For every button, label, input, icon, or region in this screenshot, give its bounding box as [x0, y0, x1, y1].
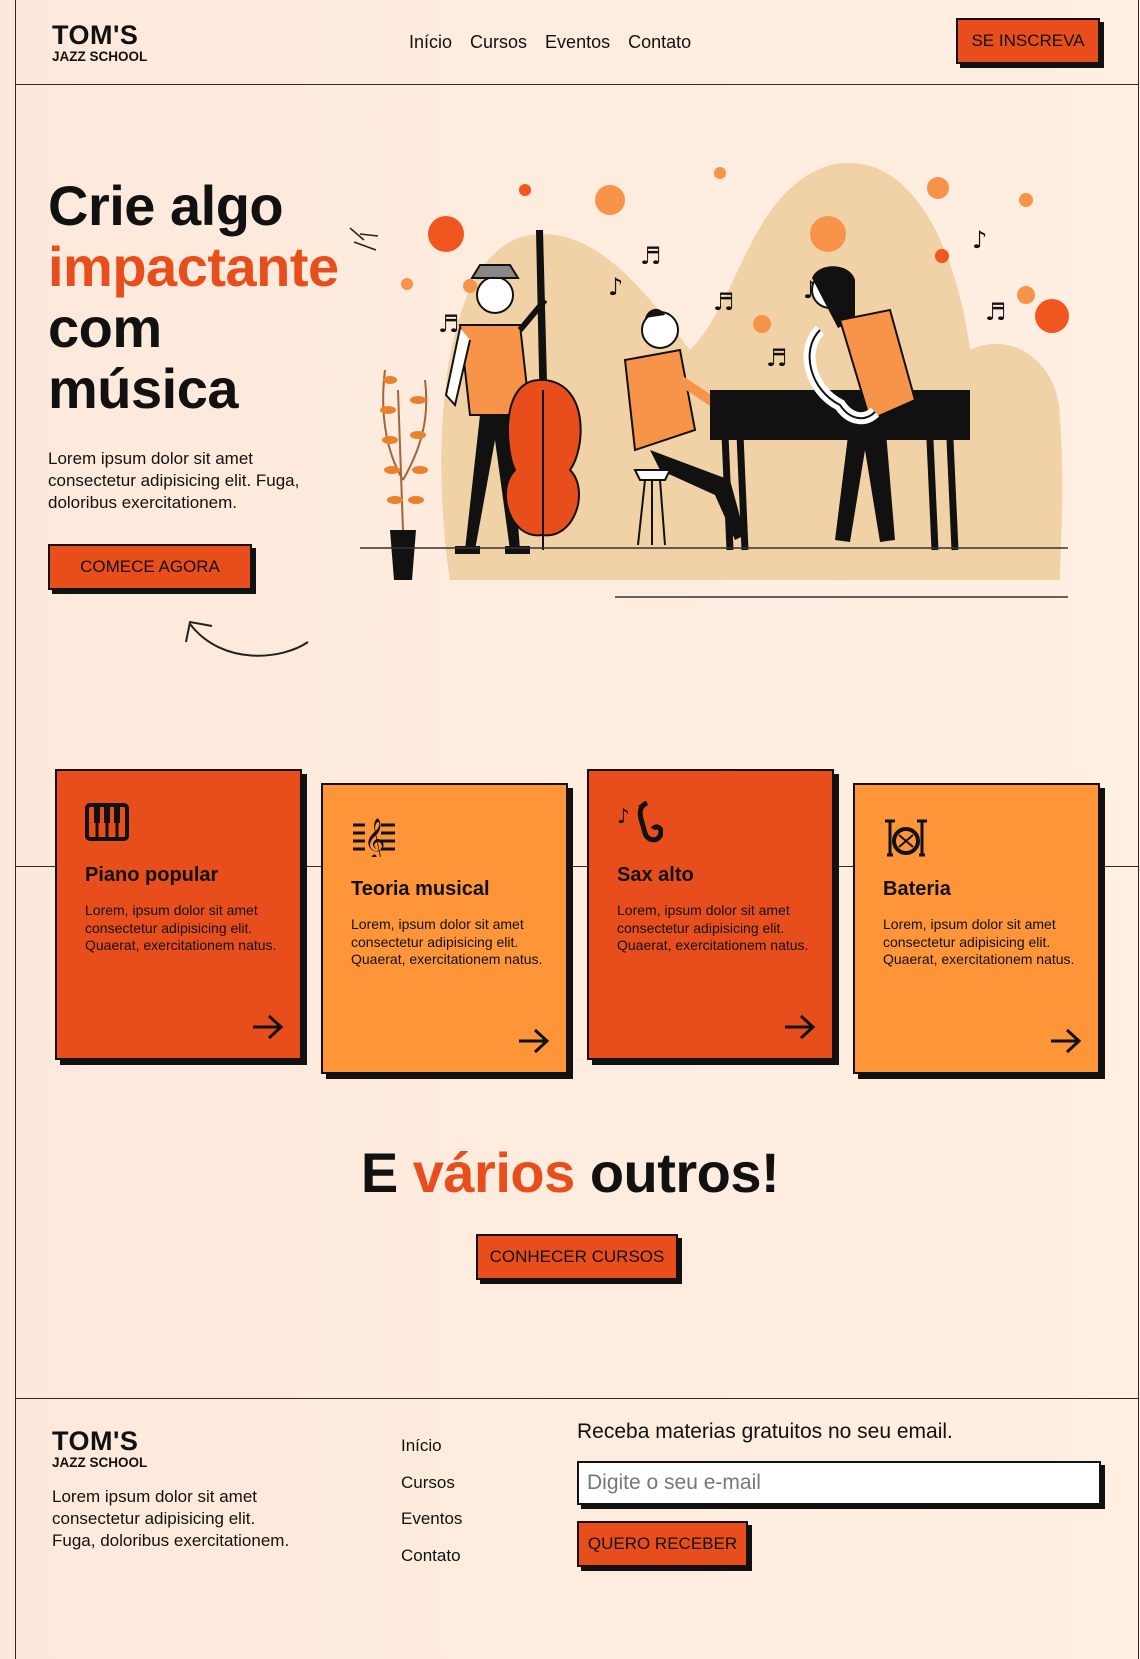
header-divider [15, 84, 1139, 85]
hero-title-line4: música [48, 357, 238, 420]
logo-sub: JAZZ SCHOOL [52, 49, 148, 64]
svg-text:♬: ♬ [985, 298, 1007, 326]
arrow-right-icon[interactable] [1049, 1028, 1083, 1054]
logo[interactable]: TOM'S JAZZ SCHOOL [52, 22, 147, 64]
footer-logo-sub: JAZZ SCHOOL [52, 1455, 148, 1470]
course-description: Lorem, ipsum dolor sit amet consectetur … [351, 916, 543, 967]
nav-item-eventos[interactable]: Eventos [545, 32, 610, 53]
course-title: Sax alto [617, 864, 694, 886]
svg-text:𝄞: 𝄞 [364, 818, 385, 857]
logo-name: TOM'S [52, 20, 139, 50]
svg-text:♬: ♬ [766, 344, 788, 372]
svg-text:♪: ♪ [608, 273, 623, 301]
footer-nav-eventos[interactable]: Eventos [401, 1501, 462, 1538]
svg-text:♪: ♪ [617, 804, 630, 828]
jazz-band-illustration: ♬♪♬ ♬♪♪ ♬♬ [360, 162, 1069, 598]
others-heading-accent: vários [412, 1141, 576, 1204]
hero-description: Lorem ipsum dolor sit amet consectetur a… [48, 449, 300, 512]
course-title: Teoria musical [351, 878, 490, 900]
footer-nav: Início Cursos Eventos Contato [401, 1428, 462, 1574]
treble-clef-icon: 𝄞 [353, 818, 395, 857]
course-description: Lorem, ipsum dolor sit amet consectetur … [85, 902, 277, 953]
course-card-sax[interactable]: ♪ Sax alto Lorem, ipsum dolor sit amet c… [587, 769, 834, 1060]
footer-nav-inicio[interactable]: Início [401, 1428, 462, 1465]
signup-button[interactable]: SE INSCREVA [956, 18, 1100, 64]
arrow-right-icon[interactable] [251, 1014, 285, 1040]
start-now-button[interactable]: COMECE AGORA [48, 544, 252, 590]
view-courses-button[interactable]: CONHECER CURSOS [476, 1234, 678, 1280]
course-title: Piano popular [85, 864, 219, 886]
curved-arrow-icon [185, 620, 309, 657]
course-description: Lorem, ipsum dolor sit amet consectetur … [883, 916, 1075, 967]
drums-icon [885, 819, 927, 857]
svg-text:♬: ♬ [438, 310, 460, 338]
footer-logo[interactable]: TOM'S JAZZ SCHOOL [52, 1428, 147, 1470]
saxophone-icon: ♪ [617, 801, 663, 843]
footer-logo-name: TOM'S [52, 1426, 139, 1456]
svg-text:♬: ♬ [640, 242, 662, 270]
others-heading-post: outros! [589, 1141, 780, 1204]
hero-title: Crie algo impactante com música [48, 175, 339, 419]
course-card-drums[interactable]: Bateria Lorem, ipsum dolor sit amet cons… [853, 783, 1100, 1074]
footer-nav-cursos[interactable]: Cursos [401, 1465, 462, 1502]
nav-item-cursos[interactable]: Cursos [470, 32, 527, 53]
nav-item-contato[interactable]: Contato [628, 32, 691, 53]
hero-title-accent: impactante [48, 235, 339, 298]
hero-title-line3: com [48, 296, 162, 359]
newsletter-title: Receba materias gratuitos no seu email. [577, 1420, 953, 1443]
footer-nav-contato[interactable]: Contato [401, 1538, 462, 1575]
nav-item-inicio[interactable]: Início [409, 32, 452, 53]
course-card-piano[interactable]: Piano popular Lorem, ipsum dolor sit ame… [55, 769, 302, 1060]
course-description: Lorem, ipsum dolor sit amet consectetur … [617, 902, 809, 953]
svg-text:♪: ♪ [972, 226, 987, 254]
svg-text:♬: ♬ [713, 288, 735, 316]
subscribe-button[interactable]: QUERO RECEBER [577, 1521, 748, 1567]
others-heading-pre: E [360, 1141, 398, 1204]
piano-icon [85, 803, 129, 841]
course-title: Bateria [883, 878, 951, 900]
footer-divider [15, 1398, 1139, 1399]
others-heading: E vários outros! [0, 1140, 1140, 1205]
hero-title-line1: Crie algo [48, 174, 284, 237]
course-card-theory[interactable]: 𝄞 Teoria musical Lorem, ipsum dolor sit … [321, 783, 568, 1074]
main-nav: Início Cursos Eventos Contato [409, 32, 691, 53]
arrow-right-icon[interactable] [517, 1028, 551, 1054]
footer-description: Lorem ipsum dolor sit amet consectetur a… [52, 1487, 290, 1550]
email-field[interactable] [577, 1461, 1101, 1505]
arrow-right-icon[interactable] [783, 1014, 817, 1040]
